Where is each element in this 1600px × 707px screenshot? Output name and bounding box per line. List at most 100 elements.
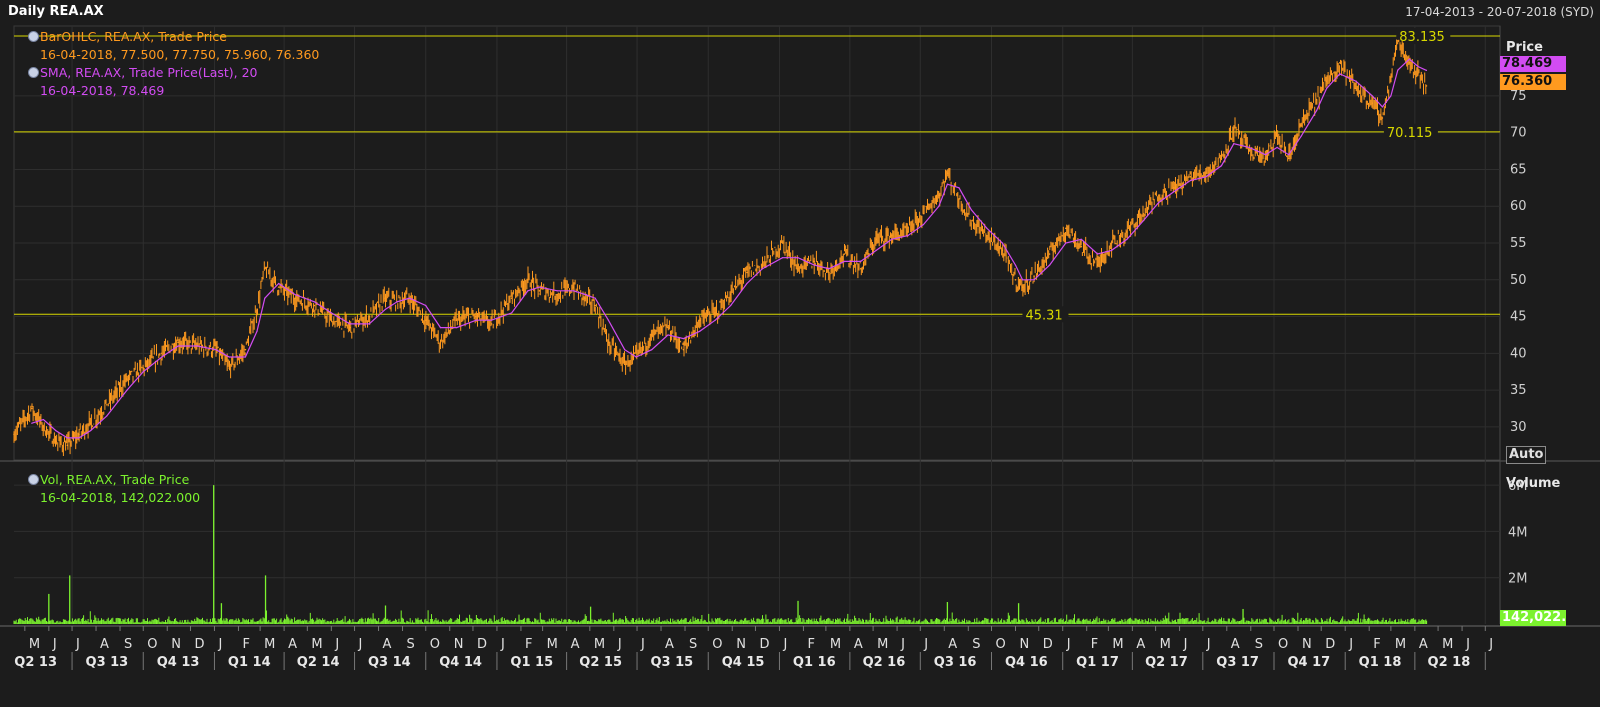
month-label: D [1325,637,1335,652]
sma-point [714,319,716,321]
month-label: D [759,637,769,652]
sma-point [1355,80,1357,82]
sma-point [490,319,493,321]
price-axis-title: Price [1506,40,1543,55]
quarter-label: Q3 15 [651,655,694,670]
price-point [813,260,816,263]
sma-point [938,205,940,207]
sma-point [244,356,247,358]
month-label: N [1020,637,1030,652]
price-point [1001,249,1004,252]
volume-axis-title: Volume [1506,476,1561,491]
sma-point [78,437,80,439]
quarter-label: Q1 17 [1076,655,1119,670]
sma-point [1300,135,1302,137]
price-point [698,319,701,322]
price-point [729,293,732,296]
price-point [455,319,458,322]
quarter-label: Q2 16 [863,655,906,670]
price-point [828,271,830,274]
sma-line [31,58,1427,439]
price-point [177,341,179,344]
sma-point [408,297,411,299]
price-point [439,341,442,344]
price-point [228,367,230,369]
price-point [922,212,925,215]
price-point [946,172,949,174]
month-label: M [1442,637,1453,652]
month-label: A [1136,637,1145,652]
month-label: J [1183,637,1188,652]
sma-point [228,356,230,358]
legend-toggle-icon[interactable] [28,474,39,485]
sma-point [90,429,92,432]
ohlc-legend-name: BarOHLC, REA.AX, Trade Price [40,29,227,44]
month-label: J [358,637,363,652]
month-label: M [29,637,40,652]
price-point [1096,264,1099,266]
sma-point [746,282,748,285]
sma-point [349,323,351,325]
sma-point [1425,69,1428,71]
legend-toggle-icon[interactable] [28,67,39,78]
sma-point [843,260,846,262]
ohlc-legend-values: 16-04-2018, 77.500, 77.750, 75.960, 76.3… [40,47,320,62]
quarter-label: Q2 15 [579,655,622,670]
price-point [1264,157,1267,160]
month-label: D [194,637,204,652]
price-point [1248,150,1251,152]
quarter-label: Q4 13 [157,655,200,670]
price-point [1048,253,1051,255]
month-label: M [1395,637,1406,652]
month-label: M [594,637,605,652]
price-tick-label: 55 [1510,236,1527,251]
sma-point [761,268,764,270]
sma-point [607,319,610,321]
sma-point [699,330,701,332]
auto-scale-button[interactable]: Auto [1506,446,1546,464]
volume-legend-name: Vol, REA.AX, Trade Price [40,472,190,487]
price-tick-label: 30 [1510,420,1527,435]
sma-legend[interactable]: SMA, REA.AX, Trade Price(Last), 20 16-04… [28,64,258,100]
month-label: S [124,637,132,652]
month-label: N [1302,637,1312,652]
chart-canvas[interactable]: 83.135 70.115 45.31 30 35 40 45 50 55 60 65 70 75 2M… [0,0,1600,707]
legend-toggle-icon[interactable] [28,31,39,42]
price-point [1232,128,1235,130]
price-bars [13,39,1427,456]
price-point [1021,286,1024,288]
price-point [1110,242,1113,244]
month-label: J [617,637,622,652]
price-point [667,326,669,329]
sma-point [1248,146,1250,148]
sma-point [1264,154,1267,156]
month-label: J [217,637,222,652]
price-point [527,278,529,281]
price-point [54,440,57,443]
price-point [31,407,33,410]
price-point [746,271,748,274]
price-point [1355,87,1357,90]
price-point [1338,61,1341,64]
price-point [1189,175,1192,178]
sma-point [264,297,266,299]
price-point [89,422,92,425]
sma-point [1417,65,1419,68]
month-label: F [242,637,249,652]
level-label: 70.115 [1387,126,1433,141]
ohlc-legend[interactable]: BarOHLC, REA.AX, Trade Price 16-04-2018,… [28,28,320,64]
month-label: J [75,637,80,652]
price-point [1325,80,1328,82]
sma-point [425,304,427,307]
month-label: A [948,637,957,652]
sma-point [456,326,458,329]
sma-point [439,326,442,329]
price-point [1126,231,1128,233]
price-point [13,433,15,436]
month-label: M [877,637,888,652]
month-label: A [100,637,109,652]
month-label: J [334,637,339,652]
volume-legend[interactable]: Vol, REA.AX, Trade Price 16-04-2018, 142… [28,471,200,507]
sma-point [651,349,653,351]
sma-point [1189,179,1192,182]
